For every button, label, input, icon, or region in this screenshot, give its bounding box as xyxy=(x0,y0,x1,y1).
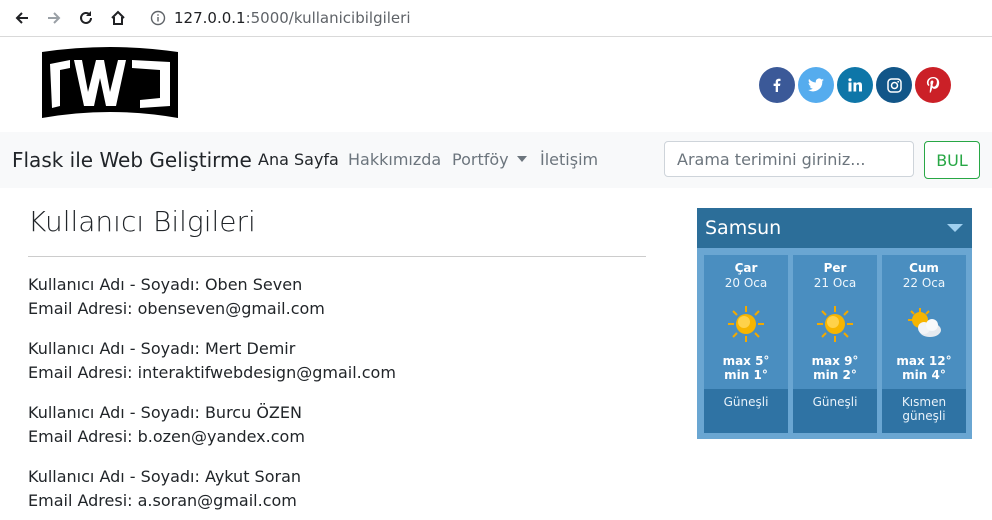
weather-description: Kısmen güneşli xyxy=(882,389,966,433)
user-name-line: Kullanıcı Adı - Soyadı: Oben Seven xyxy=(28,275,303,294)
back-icon[interactable] xyxy=(10,6,34,30)
sun-icon xyxy=(815,304,855,344)
divider xyxy=(28,256,646,257)
twitter-icon[interactable] xyxy=(798,67,834,103)
url-path: :5000/kullanicibilgileri xyxy=(245,9,411,27)
site-logo[interactable] xyxy=(40,46,180,122)
nav-link-portfoy-label: Portföy xyxy=(452,150,509,169)
address-bar[interactable]: 127.0.0.1:5000/kullanicibilgileri xyxy=(150,7,410,29)
weather-description: Güneşli xyxy=(704,389,788,433)
chevron-down-icon xyxy=(516,156,527,162)
weather-day-date: 21 Oca xyxy=(813,276,857,290)
user-entry: Kullanıcı Adı - Soyadı: Mert Demir Email… xyxy=(28,337,396,385)
page-title: Kullanıcı Bilgileri xyxy=(28,205,256,238)
chevron-down-icon[interactable] xyxy=(947,224,963,232)
user-email-line: Email Adresi: interaktifwebdesign@gmail.… xyxy=(28,363,396,382)
user-email-line: Email Adresi: a.soran@gmail.com xyxy=(28,491,297,510)
user-entry: Kullanıcı Adı - Soyadı: Burcu ÖZEN Email… xyxy=(28,401,305,449)
search-button[interactable]: BUL xyxy=(924,141,980,179)
reload-icon[interactable] xyxy=(74,6,98,30)
nav-link-iletisim[interactable]: İletişim xyxy=(540,132,598,188)
weather-min: min 2° xyxy=(813,368,857,382)
weather-day-name: Çar xyxy=(734,261,758,275)
weather-min: min 4° xyxy=(902,368,946,382)
user-entry: Kullanıcı Adı - Soyadı: Aykut Soran Emai… xyxy=(28,465,301,513)
weather-day-name: Per xyxy=(823,261,847,275)
weather-description: Güneşli xyxy=(793,389,877,433)
url-host: 127.0.0.1 xyxy=(174,9,246,27)
sun-icon xyxy=(726,304,766,344)
facebook-icon[interactable] xyxy=(759,67,795,103)
nav-link-portfoy[interactable]: Portföy xyxy=(452,132,527,188)
weather-day-date: 22 Oca xyxy=(902,276,946,290)
weather-min: min 1° xyxy=(724,368,768,382)
forward-icon[interactable] xyxy=(42,6,66,30)
weather-header[interactable]: Samsun xyxy=(697,208,972,248)
weather-day: Cum 22 Oca max 12° min 4° Kısmen güneşli xyxy=(882,255,966,433)
navbar-brand[interactable]: Flask ile Web Geliştirme xyxy=(12,132,252,188)
info-icon[interactable] xyxy=(150,10,166,26)
weather-max: max 5° xyxy=(722,354,770,368)
user-name-line: Kullanıcı Adı - Soyadı: Aykut Soran xyxy=(28,467,302,486)
weather-day: Per 21 Oca max 9° min 2° Güneşli xyxy=(793,255,877,433)
user-entry: Kullanıcı Adı - Soyadı: Oben Seven Email… xyxy=(28,273,325,321)
weather-day-date: 20 Oca xyxy=(724,276,768,290)
weather-widget: Samsun Çar 20 Oca max 5° min 1° Güneşli P… xyxy=(697,208,972,439)
linkedin-icon[interactable] xyxy=(837,67,873,103)
browser-toolbar: 127.0.0.1:5000/kullanicibilgileri xyxy=(0,0,992,37)
weather-city: Samsun xyxy=(705,217,782,239)
nav-link-ana-sayfa[interactable]: Ana Sayfa xyxy=(258,132,339,188)
home-icon[interactable] xyxy=(106,6,130,30)
instagram-icon[interactable] xyxy=(876,67,912,103)
partly-cloudy-icon xyxy=(904,304,944,344)
search-input[interactable] xyxy=(664,141,914,177)
nav-link-hakkimizda[interactable]: Hakkımızda xyxy=(348,132,441,188)
weather-day-name: Cum xyxy=(909,261,939,275)
user-name-line: Kullanıcı Adı - Soyadı: Mert Demir xyxy=(28,339,296,358)
user-name-line: Kullanıcı Adı - Soyadı: Burcu ÖZEN xyxy=(28,403,302,422)
pinterest-icon[interactable] xyxy=(915,67,951,103)
weather-day: Çar 20 Oca max 5° min 1° Güneşli xyxy=(704,255,788,433)
weather-max: max 9° xyxy=(811,354,859,368)
user-email-line: Email Adresi: obenseven@gmail.com xyxy=(28,299,325,318)
user-email-line: Email Adresi: b.ozen@yandex.com xyxy=(28,427,305,446)
weather-max: max 12° xyxy=(896,354,952,368)
